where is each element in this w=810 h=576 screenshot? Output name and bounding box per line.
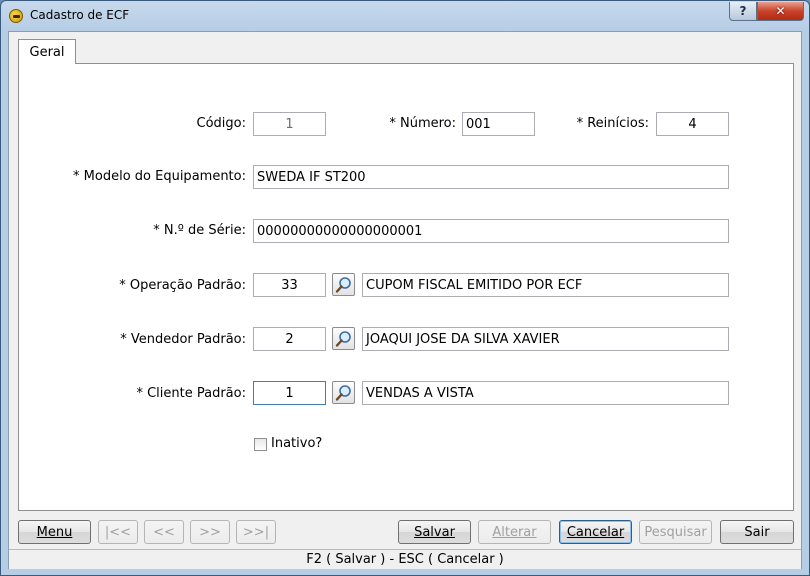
magnifier-icon bbox=[335, 331, 351, 347]
salvar-button-label: Salvar bbox=[414, 524, 455, 540]
modelo-label: * Modelo do Equipamento: bbox=[73, 169, 246, 184]
codigo-field: 1 bbox=[253, 112, 326, 136]
vendedor-code-field[interactable]: 2 bbox=[253, 327, 326, 351]
first-record-button[interactable]: |<< bbox=[98, 520, 138, 544]
serie-label: * N.º de Série: bbox=[153, 223, 246, 238]
close-button[interactable]: ✕ bbox=[757, 2, 804, 21]
reinicios-field[interactable]: 4 bbox=[656, 112, 729, 136]
numero-field[interactable]: 001 bbox=[462, 112, 535, 136]
operacao-lookup-button[interactable] bbox=[332, 273, 355, 296]
cancelar-button-label: Cancelar bbox=[566, 524, 625, 540]
vendedor-lookup-button[interactable] bbox=[332, 327, 355, 350]
alterar-button[interactable]: Alterar bbox=[478, 520, 551, 544]
inativo-checkbox[interactable] bbox=[254, 438, 267, 451]
modelo-field[interactable]: SWEDA IF ST200 bbox=[253, 165, 729, 189]
cancelar-button[interactable]: Cancelar bbox=[559, 520, 632, 544]
tab-geral[interactable]: Geral bbox=[18, 39, 76, 64]
next-record-button[interactable]: >> bbox=[190, 520, 230, 544]
operacao-code-field[interactable]: 33 bbox=[253, 273, 326, 297]
vendedor-label: * Vendedor Padrão: bbox=[120, 332, 246, 347]
magnifier-icon bbox=[335, 277, 351, 293]
title-bar[interactable]: Cadastro de ECF ? ✕ bbox=[1, 1, 809, 31]
reinicios-label: * Reinícios: bbox=[576, 116, 649, 131]
alterar-button-label: Alterar bbox=[492, 524, 537, 540]
salvar-button[interactable]: Salvar bbox=[398, 520, 471, 544]
serie-field[interactable]: 00000000000000000001 bbox=[253, 219, 729, 243]
cliente-code-field[interactable]: 1 bbox=[253, 381, 326, 405]
help-button[interactable]: ? bbox=[729, 2, 757, 21]
status-bar: F2 ( Salvar ) - ESC ( Cancelar ) bbox=[9, 549, 801, 569]
sair-button[interactable]: Sair bbox=[720, 520, 794, 544]
magnifier-icon bbox=[335, 385, 351, 401]
menu-button[interactable]: Menu bbox=[18, 520, 91, 544]
operacao-label: * Operação Padrão: bbox=[119, 278, 246, 293]
form-client-area: Geral Código: 1 * Número: 001 * Reinício… bbox=[8, 31, 802, 569]
window-title: Cadastro de ECF bbox=[30, 8, 130, 22]
cliente-label: * Cliente Padrão: bbox=[136, 386, 246, 401]
vendedor-description-field: JOAQUI JOSE DA SILVA XAVIER bbox=[362, 327, 729, 351]
tab-panel-geral: Código: 1 * Número: 001 * Reinícios: 4 *… bbox=[18, 63, 794, 511]
pesquisar-button[interactable]: Pesquisar bbox=[639, 520, 712, 544]
cliente-lookup-button[interactable] bbox=[332, 381, 355, 404]
main-window: Cadastro de ECF ? ✕ Geral Código: 1 * Nú… bbox=[0, 0, 810, 576]
menu-button-label: Menu bbox=[36, 524, 73, 540]
codigo-label: Código: bbox=[196, 116, 246, 131]
app-icon bbox=[9, 9, 23, 23]
numero-label: * Número: bbox=[389, 116, 456, 131]
operacao-description-field: CUPOM FISCAL EMITIDO POR ECF bbox=[362, 273, 729, 297]
cliente-description-field: VENDAS A VISTA bbox=[362, 381, 729, 405]
previous-record-button[interactable]: << bbox=[144, 520, 184, 544]
inativo-label[interactable]: Inativo? bbox=[271, 436, 322, 451]
last-record-button[interactable]: >>| bbox=[236, 520, 276, 544]
